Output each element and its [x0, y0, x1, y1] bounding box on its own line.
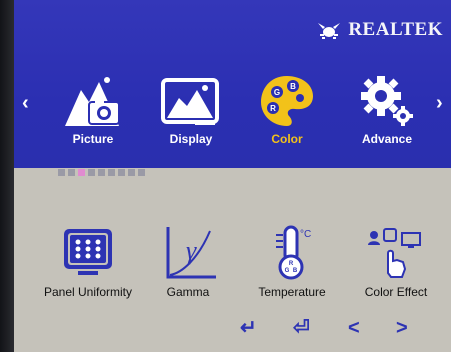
menu-label-picture: Picture: [72, 132, 114, 146]
gear-icon: [361, 76, 413, 126]
brand-logo: REALTEK: [316, 18, 443, 42]
svg-text:R: R: [270, 104, 276, 113]
menu-label-advance: Advance: [361, 132, 413, 146]
svg-text:°C: °C: [300, 229, 311, 240]
menu-item-color[interactable]: G B R Color: [248, 72, 326, 152]
menu-label-color: Color: [271, 132, 303, 146]
submenu-gamma[interactable]: γ Gamma: [152, 225, 224, 299]
exit-button[interactable]: ⏎: [293, 318, 310, 338]
submenu-label-panel-uniformity: Panel Uniformity: [43, 285, 133, 299]
color-palette-icon: G B R: [261, 76, 313, 126]
submenu-label-color-effect: Color Effect: [364, 285, 428, 299]
submenu-label-temperature: Temperature: [258, 285, 326, 299]
brand-name: REALTEK: [348, 19, 443, 40]
menu-label-display: Display: [169, 132, 213, 146]
realtek-crab-icon: [318, 23, 341, 39]
color-effect-icon: [368, 228, 421, 278]
page-dot-active: [78, 169, 85, 176]
svg-text:G: G: [285, 268, 290, 274]
page-dot: [128, 169, 135, 176]
page-dot: [108, 169, 115, 176]
menu-item-picture[interactable]: Picture: [54, 72, 132, 152]
page-dot: [138, 169, 145, 176]
submenu-temperature[interactable]: °C R G B Temperature: [250, 225, 334, 299]
submenu-color-effect[interactable]: Color Effect: [352, 225, 440, 299]
submenu-label-gamma: Gamma: [166, 285, 210, 299]
svg-text:G: G: [274, 88, 280, 97]
right-button[interactable]: >: [396, 318, 408, 338]
nav-right-arrow[interactable]: ›: [436, 92, 443, 115]
menu-item-advance[interactable]: Advance: [348, 72, 426, 152]
osd-header: REALTEK ‹ › Picture Display G B R Color …: [14, 0, 451, 168]
svg-text:γ: γ: [186, 236, 197, 265]
page-dot: [98, 169, 105, 176]
osd-screen: REALTEK ‹ › Picture Display G B R Color …: [0, 0, 451, 352]
picture-camera-icon: [65, 77, 120, 126]
page-indicator: [58, 169, 145, 176]
display-image-icon: [161, 78, 219, 125]
gamma-curve-icon: γ: [166, 227, 216, 279]
enter-button[interactable]: ↵: [240, 318, 257, 338]
monitor-bezel: [0, 0, 14, 352]
nav-left-arrow[interactable]: ‹: [22, 92, 29, 115]
svg-text:B: B: [290, 82, 296, 91]
page-dot: [58, 169, 65, 176]
left-button[interactable]: <: [348, 318, 360, 338]
panel-uniformity-icon: [64, 229, 112, 275]
svg-text:R: R: [289, 261, 294, 267]
page-dot: [88, 169, 95, 176]
submenu-panel-uniformity[interactable]: Panel Uniformity: [36, 225, 140, 299]
svg-text:B: B: [293, 268, 298, 274]
thermometer-icon: °C R G B: [276, 225, 311, 280]
page-dot: [68, 169, 75, 176]
menu-item-display[interactable]: Display: [152, 72, 230, 152]
page-dot: [118, 169, 125, 176]
